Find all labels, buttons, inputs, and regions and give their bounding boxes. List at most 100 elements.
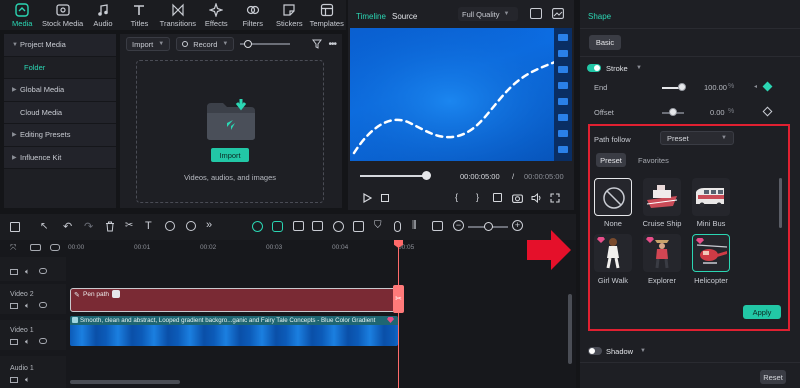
slider-knob[interactable]: [244, 40, 253, 48]
reset-button[interactable]: Reset: [760, 370, 786, 384]
stroke-toggle[interactable]: [587, 64, 601, 72]
visibility-icon[interactable]: [39, 302, 47, 308]
audio-mixer-icon[interactable]: ⫼: [412, 220, 417, 231]
chevron-down-icon[interactable]: ▼: [636, 65, 642, 71]
quality-dropdown[interactable]: Full Quality ▼: [458, 7, 518, 21]
sidebar-item-global-media[interactable]: ▶ Global Media: [4, 79, 116, 102]
track-manager-icon[interactable]: [30, 244, 41, 251]
chevron-down-icon[interactable]: ▼: [640, 348, 646, 354]
mark-in-icon[interactable]: {: [455, 192, 458, 202]
tab-timeline[interactable]: Timeline: [356, 12, 386, 21]
speed-icon[interactable]: [186, 221, 196, 231]
text-tool-icon[interactable]: T: [145, 220, 152, 232]
tool-filters[interactable]: Filters: [235, 0, 272, 30]
ai-tools-icon[interactable]: [312, 221, 323, 231]
visibility-icon[interactable]: [39, 268, 47, 274]
import-dropdown[interactable]: Import ▼: [126, 37, 171, 51]
select-tool-icon[interactable]: ↖: [40, 221, 48, 232]
folder-icon[interactable]: [10, 339, 18, 345]
video-preview[interactable]: [350, 28, 572, 161]
stock-media-icon: [55, 3, 70, 17]
timeline: 00:00 00:01 00:02 00:03 00:04 00:05 ⤧ 🔈︎…: [0, 240, 576, 388]
tool-effects[interactable]: Effects: [198, 0, 235, 30]
add-track-icon[interactable]: ⤧: [10, 243, 16, 253]
pen-icon: ✎: [74, 292, 80, 299]
auto-ripple-icon[interactable]: [293, 221, 304, 231]
sidebar-item-editing-presets[interactable]: ▶ Editing Presets: [4, 124, 116, 147]
mute-icon[interactable]: 🔈︎: [25, 267, 30, 277]
shadow-toggle[interactable]: [588, 347, 602, 355]
play-icon[interactable]: [362, 193, 372, 203]
tool-templates[interactable]: Templates: [308, 0, 346, 30]
playback-knob[interactable]: [422, 171, 431, 180]
stop-icon[interactable]: [381, 194, 389, 202]
offset-slider-knob[interactable]: [669, 108, 677, 116]
folder-icon[interactable]: [10, 377, 18, 383]
split-icon[interactable]: ✂: [125, 220, 133, 231]
sidebar-item-folder[interactable]: Folder: [4, 56, 116, 79]
redo-icon[interactable]: ↷: [84, 220, 93, 233]
tool-transitions[interactable]: Transitions: [158, 0, 198, 30]
tool-stickers[interactable]: Stickers: [271, 0, 308, 30]
end-slider-knob[interactable]: [678, 83, 686, 91]
safe-zone-icon[interactable]: [530, 8, 542, 19]
snapshot-icon[interactable]: [552, 8, 564, 19]
zoom-in-icon[interactable]: +: [512, 220, 523, 231]
folder-icon[interactable]: [10, 269, 18, 275]
mute-icon[interactable]: 🔈︎: [25, 375, 30, 385]
link-icon[interactable]: [272, 221, 283, 232]
beat-icon[interactable]: [353, 221, 364, 232]
camera-icon[interactable]: [512, 193, 523, 203]
undo-icon[interactable]: ↶: [63, 220, 72, 233]
filter-icon[interactable]: [312, 39, 323, 49]
media-dropzone[interactable]: Import Videos, audios, and images: [136, 60, 324, 203]
keyframe-icon[interactable]: [762, 81, 773, 92]
expand-icon[interactable]: [550, 193, 560, 203]
volume-icon[interactable]: [531, 193, 542, 203]
mute-icon[interactable]: 🔈︎: [25, 301, 30, 311]
sidebar-item-influence-kit[interactable]: ▶ Influence Kit: [4, 146, 116, 169]
record-dropdown[interactable]: Record ▼: [176, 37, 235, 51]
tool-titles[interactable]: Titles: [121, 0, 158, 30]
playback-progress[interactable]: [360, 175, 428, 177]
keyframe-outline-icon[interactable]: [762, 106, 773, 117]
visibility-icon[interactable]: [39, 338, 47, 344]
delete-icon[interactable]: [105, 221, 115, 232]
microphone-icon[interactable]: [394, 221, 401, 232]
layout-icon[interactable]: [10, 222, 20, 232]
split-marker[interactable]: ✂: [393, 285, 404, 313]
picture-in-picture-icon[interactable]: [432, 221, 443, 231]
marker-icon[interactable]: ⛉: [374, 220, 382, 231]
more-options-icon[interactable]: •••: [328, 39, 336, 50]
fullscreen-crop-icon[interactable]: [493, 193, 502, 202]
tool-audio[interactable]: Audio: [85, 0, 122, 30]
red-arrow-annotation: [525, 228, 573, 272]
offset-value[interactable]: 0.00: [710, 108, 725, 117]
timeline-ruler[interactable]: 00:00 00:01 00:02 00:03 00:04 00:05: [66, 240, 568, 256]
pen-path-clip[interactable]: ✎ Pen path: [70, 288, 398, 312]
sidebar-item-cloud-media[interactable]: Cloud Media: [4, 101, 116, 124]
import-button[interactable]: Import: [211, 148, 249, 162]
speed-ramp-icon[interactable]: [333, 221, 344, 232]
horizontal-scrollbar[interactable]: [70, 380, 180, 384]
mute-icon[interactable]: 🔈︎: [25, 337, 30, 347]
crop-icon[interactable]: [165, 221, 175, 231]
more-tools-icon[interactable]: »: [206, 219, 212, 231]
folder-icon[interactable]: [10, 303, 18, 309]
tab-source[interactable]: Source: [392, 12, 417, 21]
tool-media[interactable]: Media: [4, 0, 41, 30]
zoom-slider-knob[interactable]: [484, 222, 493, 231]
tab-basic[interactable]: Basic: [589, 35, 621, 50]
playhead[interactable]: [398, 240, 399, 388]
vertical-scrollbar[interactable]: [568, 294, 572, 364]
prev-keyframe-icon[interactable]: ◂: [754, 83, 757, 90]
video-clip[interactable]: Smooth, clean and abstract, Looped gradi…: [70, 316, 398, 346]
sidebar-item-project-media[interactable]: ▼ Project Media: [4, 34, 116, 57]
end-value[interactable]: 100.00: [704, 83, 727, 92]
link-toggle-icon[interactable]: [50, 244, 60, 251]
tool-stock-media[interactable]: Stock Media: [41, 0, 85, 30]
mark-out-icon[interactable]: }: [476, 192, 479, 202]
thumbnail-size-slider[interactable]: [240, 37, 291, 51]
zoom-out-icon[interactable]: −: [453, 220, 464, 231]
snap-icon[interactable]: [252, 221, 263, 232]
